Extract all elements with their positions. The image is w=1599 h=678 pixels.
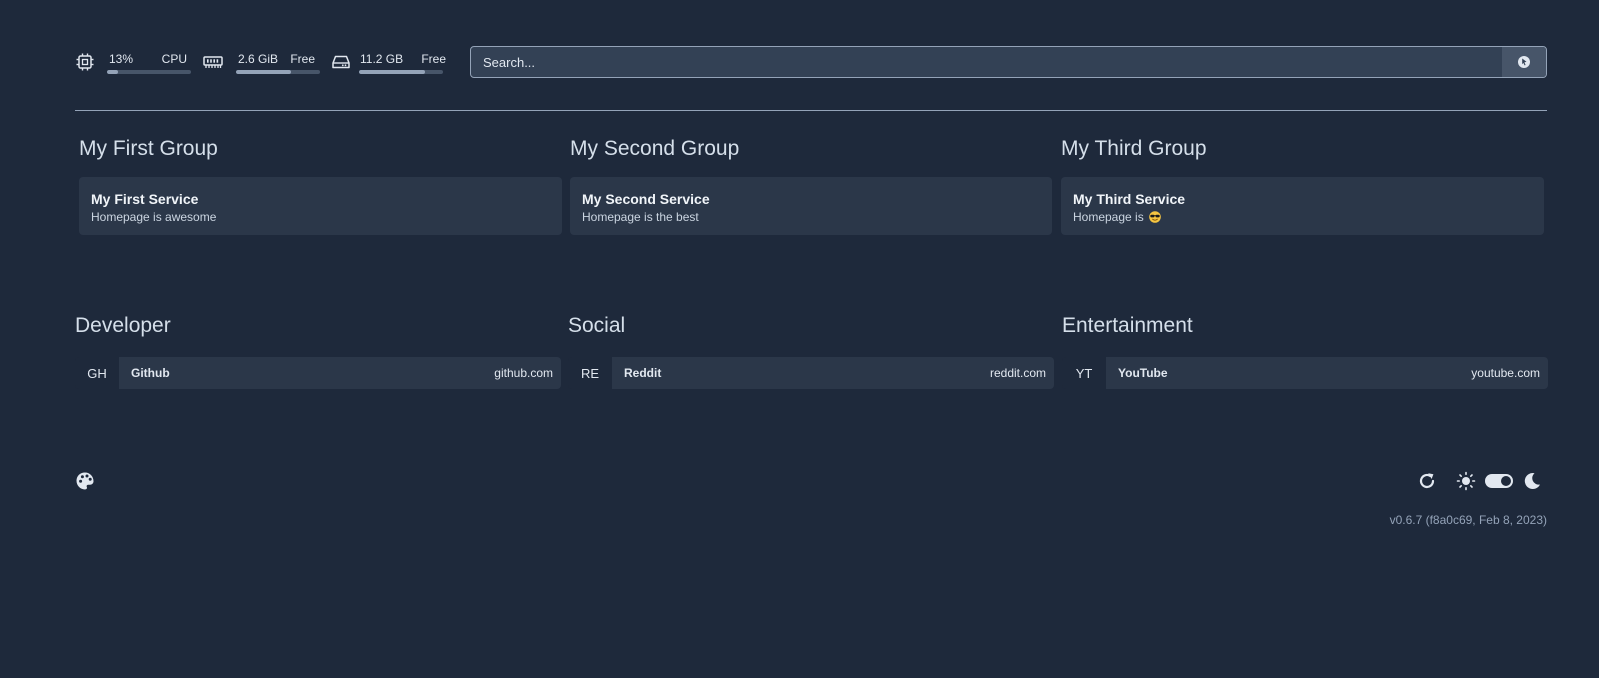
bookmark-abbr: GH bbox=[75, 357, 119, 389]
search-input[interactable] bbox=[471, 47, 1471, 77]
service-description-row: Homepage is bbox=[1073, 210, 1161, 224]
bookmark-item[interactable]: RE Reddit reddit.com bbox=[568, 357, 1054, 389]
service-name: My Second Service bbox=[582, 191, 710, 207]
moon-icon[interactable] bbox=[1522, 471, 1542, 491]
search-engine-button[interactable] bbox=[1502, 47, 1546, 77]
palette-icon[interactable] bbox=[75, 471, 95, 491]
service-card[interactable]: My First Service Homepage is awesome bbox=[79, 177, 562, 235]
search-engine-icon bbox=[1518, 56, 1530, 68]
bookmark-body: Github github.com bbox=[119, 357, 561, 389]
memory-label: Free bbox=[290, 52, 315, 66]
bookmark-body: YouTube youtube.com bbox=[1106, 357, 1548, 389]
sunglasses-emoji-icon bbox=[1149, 211, 1161, 223]
cpu-widget: 13% CPU bbox=[75, 46, 191, 78]
bookmark-host: youtube.com bbox=[1471, 366, 1540, 380]
theme-toggle-knob bbox=[1501, 476, 1511, 486]
group-title: My Second Group bbox=[570, 137, 740, 160]
cpu-usage-fill bbox=[107, 70, 118, 74]
top-bar: 13% CPU 2.6 GiB Free 11.2 GB Free Search… bbox=[75, 46, 1547, 78]
service-card[interactable]: My Second Service Homepage is the best bbox=[570, 177, 1052, 235]
bookmark-item[interactable]: YT YouTube youtube.com bbox=[1062, 357, 1548, 389]
bookmark-group-title: Social bbox=[568, 314, 626, 337]
memory-usage-fill bbox=[236, 70, 291, 74]
version-info: v0.6.7 (f8a0c69, Feb 8, 2023) bbox=[1389, 513, 1547, 527]
memory-usage-bar bbox=[236, 70, 320, 74]
header-divider bbox=[75, 110, 1547, 111]
bookmark-abbr: RE bbox=[568, 357, 612, 389]
bookmark-abbr: YT bbox=[1062, 357, 1106, 389]
bookmark-group-title: Developer bbox=[75, 314, 171, 337]
bookmark-name: YouTube bbox=[1118, 366, 1168, 380]
service-card[interactable]: My Third Service Homepage is bbox=[1061, 177, 1544, 235]
cpu-usage-bar bbox=[107, 70, 191, 74]
memory-icon bbox=[203, 56, 223, 68]
bookmark-item[interactable]: GH Github github.com bbox=[75, 357, 561, 389]
bookmark-host: github.com bbox=[494, 366, 553, 380]
disk-usage-fill bbox=[359, 70, 425, 74]
group-title: My Third Group bbox=[1061, 137, 1207, 160]
disk-label: Free bbox=[421, 52, 446, 66]
service-description: Homepage is bbox=[1073, 210, 1144, 224]
cpu-icon bbox=[76, 53, 94, 71]
disk-usage-bar bbox=[359, 70, 443, 74]
bookmark-name: Reddit bbox=[624, 366, 662, 380]
cpu-value: 13% bbox=[109, 52, 134, 66]
search-box bbox=[470, 46, 1547, 78]
disk-icon bbox=[332, 55, 350, 69]
service-description: Homepage is the best bbox=[582, 210, 699, 224]
memory-value: 2.6 GiB bbox=[238, 52, 279, 66]
cpu-label: CPU bbox=[161, 52, 187, 66]
bookmark-body: Reddit reddit.com bbox=[612, 357, 1054, 389]
bookmark-group-title: Entertainment bbox=[1062, 314, 1193, 337]
service-description: Homepage is awesome bbox=[91, 210, 217, 224]
homepage-dashboard: 13% CPU 2.6 GiB Free 11.2 GB Free Search… bbox=[0, 0, 1599, 678]
theme-toggle[interactable] bbox=[1485, 474, 1513, 488]
service-name: My First Service bbox=[91, 191, 199, 207]
sun-icon[interactable] bbox=[1456, 471, 1476, 491]
refresh-icon[interactable] bbox=[1417, 471, 1437, 491]
bookmark-name: Github bbox=[131, 366, 170, 380]
bookmark-host: reddit.com bbox=[989, 366, 1046, 380]
memory-widget: 2.6 GiB Free bbox=[203, 46, 320, 78]
disk-widget: 11.2 GB Free bbox=[331, 46, 446, 78]
group-title: My First Group bbox=[79, 137, 218, 160]
disk-value: 11.2 GB bbox=[360, 52, 404, 66]
service-name: My Third Service bbox=[1073, 191, 1186, 207]
